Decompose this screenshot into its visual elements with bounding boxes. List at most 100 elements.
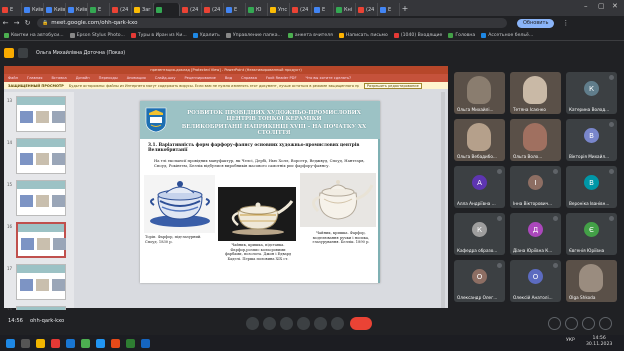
browser-tab[interactable]: (24 <box>202 3 224 16</box>
browser-tab[interactable]: Київ <box>22 3 44 16</box>
participant-tile[interactable]: В Вікторія Михайл... <box>566 119 617 161</box>
minimize-icon[interactable]: – <box>584 2 588 10</box>
browser-tab[interactable]: Е <box>0 3 22 16</box>
browser-tab[interactable]: Е <box>378 3 400 16</box>
bookmark-item[interactable]: Epson Stylus Photo... <box>69 32 125 38</box>
mic-button[interactable] <box>246 317 259 330</box>
browser-tab[interactable]: Київ <box>44 3 66 16</box>
bookmark-item[interactable]: Управление папка... <box>225 32 282 38</box>
bookmark-item[interactable]: Квитки на автобуси... <box>4 32 64 38</box>
thumbnail-image <box>36 111 49 123</box>
participant-tile[interactable]: Д Діана Юріївна К... <box>510 213 561 255</box>
browser-tab[interactable]: Е <box>88 3 110 16</box>
participant-tile[interactable]: Ольга Михайлі... <box>454 72 505 114</box>
participant-tile[interactable]: К Кафедра образо... <box>454 213 505 255</box>
language-indicator[interactable]: УКР <box>566 338 575 343</box>
ribbon-tab[interactable]: Файл <box>8 76 18 80</box>
edge-icon[interactable] <box>66 338 75 348</box>
browser-tab[interactable]: Упс <box>268 3 290 16</box>
browser-tab[interactable]: Е <box>312 3 334 16</box>
maximize-icon[interactable]: ▢ <box>598 2 605 10</box>
bookmark-item[interactable]: (1040) Входящие <box>393 32 442 38</box>
ribbon-tab[interactable]: Дизайн <box>76 76 90 80</box>
chat-icon[interactable] <box>582 317 595 330</box>
url-input[interactable]: 🔒 meet.google.com/ohh-qark-kxo <box>37 18 507 28</box>
opera-icon[interactable] <box>51 338 60 348</box>
participant-tile[interactable]: Тетяна Ісаєнко <box>510 72 561 114</box>
browser-tab[interactable]: Ю <box>246 3 268 16</box>
enable-editing-button[interactable]: Разрешить редактирование <box>363 82 422 89</box>
browser-tab[interactable]: Заг <box>132 3 154 16</box>
more-options-button[interactable] <box>331 317 344 330</box>
back-icon[interactable]: ← <box>0 19 11 27</box>
windows-start-icon[interactable] <box>6 338 15 348</box>
captions-button[interactable] <box>280 317 293 330</box>
slide-thumbnail[interactable] <box>16 138 66 174</box>
browser-tab[interactable] <box>154 3 180 16</box>
ppt-scrollbar[interactable] <box>441 92 445 308</box>
ribbon-tab[interactable]: Вставка <box>51 76 66 80</box>
participant-name: Вероніка Іванівн... <box>569 201 610 206</box>
ribbon-tab[interactable]: Главная <box>27 76 43 80</box>
present-button[interactable] <box>314 317 327 330</box>
update-browser-button[interactable]: Обновить <box>517 18 555 28</box>
browser-tab[interactable]: (24 <box>290 3 312 16</box>
browser-tab[interactable]: Е <box>224 3 246 16</box>
powerpoint-icon[interactable] <box>111 338 120 348</box>
participant-tile[interactable]: О Олексій Анатолі... <box>510 260 561 302</box>
browser-tab[interactable]: (24 <box>356 3 378 16</box>
camera-button[interactable] <box>263 317 276 330</box>
new-tab-button[interactable]: + <box>400 4 410 13</box>
ribbon-tab[interactable]: Анимация <box>127 76 146 80</box>
search-icon[interactable] <box>21 338 30 348</box>
word-icon[interactable] <box>141 338 150 348</box>
telegram-icon[interactable] <box>96 338 105 348</box>
activities-icon[interactable] <box>599 317 612 330</box>
ribbon-tab[interactable]: Что вы хотите сделать? <box>306 76 352 80</box>
people-icon[interactable] <box>565 317 578 330</box>
thumbnail-image <box>52 111 65 123</box>
browser-tab[interactable]: Кнi <box>334 3 356 16</box>
leave-call-button[interactable] <box>350 317 372 330</box>
participant-tile[interactable]: Є Євгенія Юріївна <box>566 213 617 255</box>
participant-tile[interactable]: Olga Shkoda <box>566 260 617 302</box>
ribbon-tab[interactable]: Слайд-шоу <box>155 76 176 80</box>
ribbon-tab[interactable]: Справка <box>241 76 257 80</box>
bookmark-item[interactable]: Удалить <box>192 32 220 38</box>
participant-tile[interactable]: Ольга Воло... <box>510 119 561 161</box>
chrome-icon[interactable] <box>81 338 90 348</box>
bookmark-item[interactable]: Ассетьное бельё... <box>481 32 533 38</box>
slide-thumbnail[interactable] <box>16 96 66 132</box>
participant-tile[interactable]: В Вероніка Іванівн... <box>566 166 617 208</box>
browser-tab[interactable]: (24 <box>110 3 132 16</box>
menu-dots-icon[interactable]: ⋮ <box>560 19 571 27</box>
slide-thumbnail[interactable] <box>16 222 66 258</box>
bookmark-item[interactable]: Головна <box>448 32 475 38</box>
slide-thumbnail[interactable] <box>16 180 66 216</box>
tab-label: (24 <box>300 6 309 13</box>
close-icon[interactable]: ✕ <box>612 2 618 10</box>
system-clock[interactable]: 14:56 30.11.2023 <box>586 336 612 348</box>
participant-tile[interactable]: І Інна Вікторович... <box>510 166 561 208</box>
bookmark-item[interactable]: Написать письмо <box>338 32 388 38</box>
participant-tile[interactable]: К Катерина Волод... <box>566 72 617 114</box>
slide-thumbnail[interactable] <box>16 264 66 300</box>
bookmark-item[interactable]: Туры в Иран из Ки... <box>130 32 187 38</box>
participant-tile[interactable]: Ольга Вебадибо... <box>454 119 505 161</box>
ribbon-tab[interactable]: Foxit Reader PDF <box>266 76 297 80</box>
raise-hand-button[interactable] <box>297 317 310 330</box>
reload-icon[interactable]: ↻ <box>22 19 33 27</box>
browser-tab[interactable]: Київ <box>66 3 88 16</box>
participant-tile[interactable]: А Алла Андріївна ... <box>454 166 505 208</box>
participant-tile[interactable]: О Олександр Олег... <box>454 260 505 302</box>
bookmark-item[interactable]: анкета вчителя <box>287 32 333 38</box>
ribbon-tab[interactable]: Переходы <box>99 76 118 80</box>
browser-tab[interactable]: (24 <box>180 3 202 16</box>
forward-icon[interactable]: → <box>11 19 22 27</box>
tab-label: Е <box>322 6 326 13</box>
excel-icon[interactable] <box>126 338 135 348</box>
file-explorer-icon[interactable] <box>36 338 45 348</box>
ribbon-tab[interactable]: Вид <box>225 76 232 80</box>
info-icon[interactable] <box>548 317 561 330</box>
ribbon-tab[interactable]: Рецензирование <box>184 76 215 80</box>
